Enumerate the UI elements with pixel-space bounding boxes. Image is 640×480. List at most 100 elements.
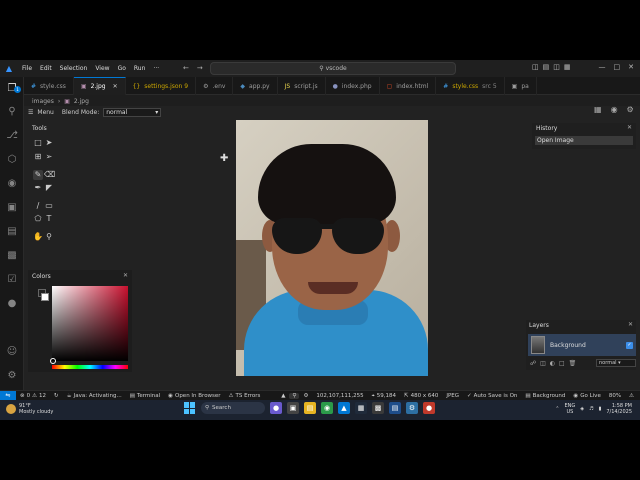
search-view-icon[interactable]: ⚲ — [5, 105, 19, 119]
docker-icon[interactable]: ▩ — [5, 249, 19, 263]
shape-tool-icon[interactable]: ▭ — [44, 201, 54, 211]
tab-pa[interactable]: ▣ pa — [505, 77, 537, 95]
account-icon[interactable]: ☺ — [5, 345, 19, 359]
crop-tool-icon[interactable]: ⊞ — [33, 152, 43, 162]
hue-slider[interactable] — [52, 365, 128, 369]
zoom-tool-icon[interactable]: ⚲ — [44, 232, 54, 242]
menu-edit[interactable]: Edit — [36, 65, 56, 72]
blend-mode-select[interactable]: normal ▾ — [103, 107, 162, 117]
autosave-status[interactable]: ✓ Auto Save is On — [463, 393, 521, 399]
tab-style-css[interactable]: # style.css — [24, 77, 74, 95]
wifi-icon[interactable]: ◈ — [580, 406, 584, 412]
tab-env[interactable]: ⚙ .env — [196, 77, 234, 95]
database-icon[interactable]: ▤ — [5, 225, 19, 239]
open-in-browser-button[interactable]: ◉ Open In Browser — [164, 393, 224, 399]
tab-2-jpg[interactable]: ▣ 2.jpg ✕ — [73, 77, 126, 95]
extensions-icon[interactable]: ⬡ — [5, 153, 19, 167]
problems-indicator[interactable]: ⊗ 0 ⚠ 12 — [16, 393, 50, 399]
menu-more[interactable]: ··· — [149, 65, 163, 72]
marquee-tool-icon[interactable]: □ — [33, 138, 43, 148]
menu-run[interactable]: Run — [130, 65, 150, 72]
remote-explorer-icon[interactable]: ▣ — [5, 201, 19, 215]
zoom-level[interactable]: 80% — [605, 393, 625, 399]
go-live-button[interactable]: ◉ Go Live — [569, 393, 604, 399]
hand-tool-icon[interactable]: ✋ — [33, 232, 43, 242]
settings-gear-icon[interactable]: ⚙ — [627, 105, 634, 114]
back-arrow-icon[interactable]: ← — [183, 64, 197, 72]
foreground-color-swatch[interactable] — [41, 293, 49, 301]
close-window-icon[interactable]: ✕ — [628, 63, 634, 71]
chrome-icon[interactable]: ◉ — [321, 402, 333, 414]
menu-selection[interactable]: Selection — [56, 65, 92, 72]
background-layer-status[interactable]: ▤ Background — [521, 393, 569, 399]
grid-icon[interactable]: ▦ — [594, 105, 602, 114]
breadcrumb-folder[interactable]: images — [32, 98, 54, 105]
hamburger-menu-icon[interactable]: ☰ — [28, 109, 33, 116]
java-status[interactable]: ☕ Java: Activating... — [63, 393, 126, 399]
app-icon-dark[interactable]: ▩ — [372, 402, 384, 414]
pin-icon[interactable]: ◉ — [611, 105, 618, 114]
menu-button[interactable]: Menu — [37, 109, 53, 116]
image-settings-icon[interactable]: ⚙ — [299, 393, 312, 399]
zoom-status-icon[interactable]: ⚲ — [289, 393, 300, 399]
move-tool-icon[interactable]: ➤ — [44, 138, 54, 148]
layer-effects-icon[interactable]: ◫ — [540, 360, 546, 367]
command-center-search[interactable]: ⚲ vscode — [210, 62, 456, 75]
battery-icon[interactable]: ▮ — [599, 406, 602, 412]
tab-app-py[interactable]: ◆ app.py — [233, 77, 278, 95]
remote-indicator-icon[interactable]: ⇋ — [0, 390, 16, 401]
toggle-secondary-sidebar-icon[interactable]: ◫ — [553, 63, 560, 71]
pen-tool-icon[interactable]: ∕ — [33, 201, 43, 211]
delete-layer-icon[interactable]: 🗑 — [569, 360, 577, 367]
forward-arrow-icon[interactable]: → — [197, 64, 211, 72]
toggle-primary-sidebar-icon[interactable]: ◫ — [532, 63, 539, 71]
terminal-button[interactable]: ▤ Terminal — [126, 393, 164, 399]
layer-row-background[interactable]: Background ✓ — [528, 334, 636, 356]
task-view-icon[interactable]: ▣ — [287, 402, 299, 414]
brush-tool-icon[interactable]: ✎ — [33, 170, 43, 180]
customize-layout-icon[interactable]: ▦ — [564, 63, 571, 71]
recorder-app-icon[interactable]: ● — [423, 402, 435, 414]
language-indicator[interactable]: ENG US — [564, 403, 575, 415]
new-layer-icon[interactable]: □ — [559, 360, 565, 367]
windows-start-icon[interactable] — [184, 402, 196, 414]
clock[interactable]: 1:58 PM 7/14/2025 — [606, 403, 632, 415]
ai-assistant-icon[interactable]: ● — [5, 297, 19, 311]
minimize-icon[interactable]: — — [599, 63, 606, 71]
volume-icon[interactable]: ♬ — [589, 406, 593, 412]
ts-errors-button[interactable]: ⚠ TS Errors — [225, 393, 265, 399]
image-canvas[interactable] — [236, 120, 428, 376]
close-colors-icon[interactable]: ✕ — [123, 272, 128, 279]
terminal-taskbar-icon[interactable]: ▤ — [389, 402, 401, 414]
file-explorer-icon[interactable]: ▤ — [304, 402, 316, 414]
tab-settings-json[interactable]: {} settings.json 9 — [126, 77, 197, 95]
eraser-tool-icon[interactable]: ⌫ — [44, 170, 55, 180]
tab-index-php[interactable]: ● index.php — [326, 77, 380, 95]
menu-go[interactable]: Go — [114, 65, 130, 72]
layer-blend-select[interactable]: normal ▾ — [596, 359, 636, 367]
sync-icon[interactable]: ↻ — [50, 393, 63, 399]
widgets-app-icon[interactable]: ● — [270, 402, 282, 414]
eyedropper-tool-icon[interactable]: ✒ — [33, 183, 43, 193]
breadcrumb-file[interactable]: 2.jpg — [74, 98, 89, 105]
tab-script-js[interactable]: JS script.js — [278, 77, 326, 95]
menu-view[interactable]: View — [91, 65, 113, 72]
eyedropper-status-icon[interactable]: ▲ — [277, 393, 289, 399]
taskbar-search[interactable]: ⚲ Search — [201, 402, 265, 414]
store-icon[interactable]: ▦ — [355, 402, 367, 414]
select-tool-icon[interactable]: ➢ — [44, 152, 54, 162]
close-layers-icon[interactable]: ✕ — [628, 321, 633, 328]
source-control-icon[interactable]: ⎇ — [5, 129, 19, 143]
close-tab-icon[interactable]: ✕ — [113, 83, 118, 90]
color-picker-handle[interactable] — [50, 358, 56, 364]
menu-file[interactable]: File — [18, 65, 36, 72]
tab-style-css-src[interactable]: # style.css src 5 — [436, 77, 505, 95]
clone-stamp-tool-icon[interactable]: ◤ — [44, 183, 54, 193]
weather-widget[interactable]: 91°F Mostly cloudy — [6, 403, 53, 415]
maximize-icon[interactable]: □ — [614, 63, 621, 71]
toggle-panel-icon[interactable]: ▤ — [543, 63, 550, 71]
path-tool-icon[interactable]: ⬠ — [33, 214, 43, 224]
manage-gear-icon[interactable]: ⚙ — [5, 369, 19, 383]
notifications-bell-icon[interactable]: ⚠ — [625, 393, 638, 399]
tab-index-html[interactable]: ▢ index.html — [380, 77, 437, 95]
